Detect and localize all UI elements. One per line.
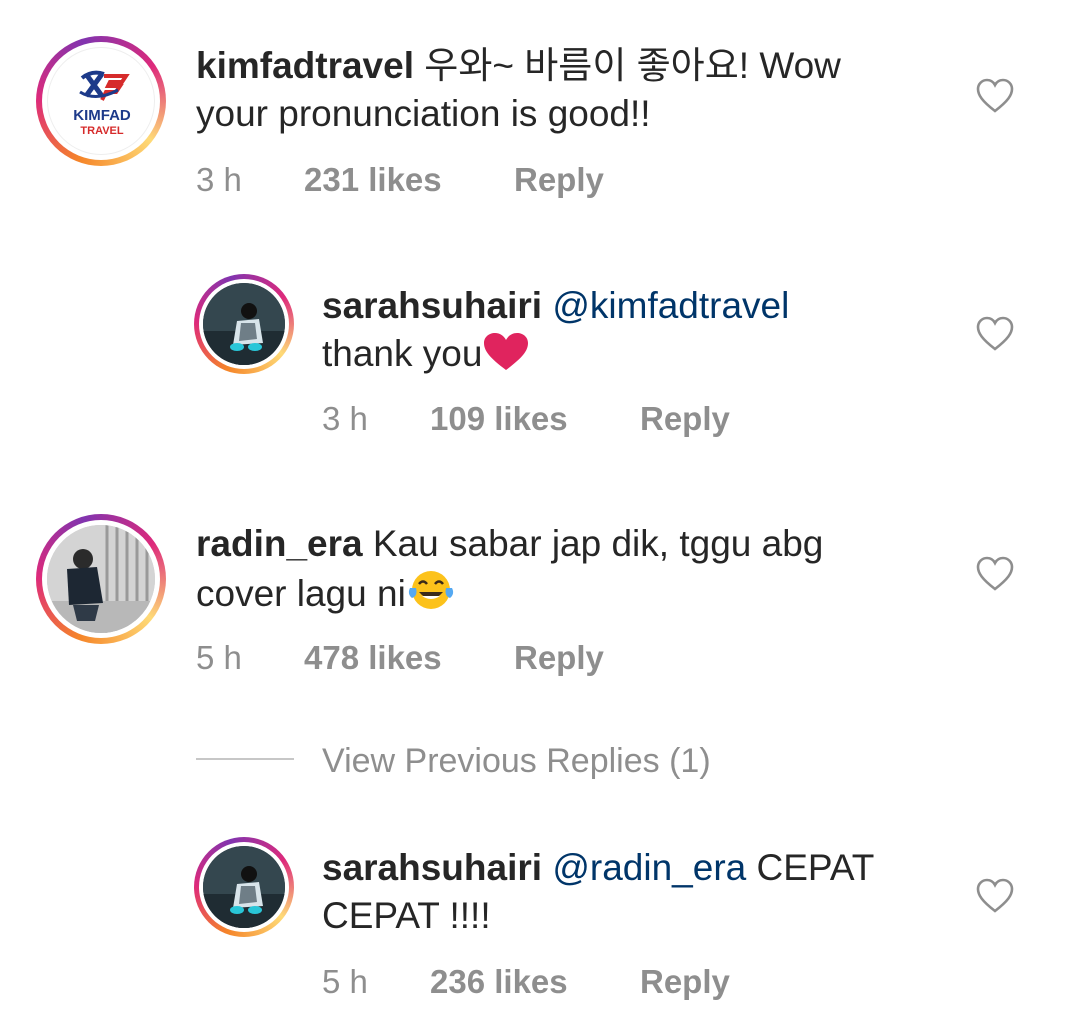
svg-text:KIMFAD: KIMFAD (73, 107, 131, 124)
comment-text-line2: cover lagu ni (196, 573, 406, 614)
user-photo-icon (47, 525, 155, 633)
comment-time: 3 h (322, 400, 368, 437)
comment-body: radin_era Kau sabar jap dik, tggu abg co… (196, 520, 956, 618)
comment-meta: 5 h 478 likes Reply (196, 638, 604, 678)
like-heart-icon[interactable] (976, 878, 1014, 914)
like-heart-icon[interactable] (976, 316, 1014, 352)
tears-of-joy-emoji-icon (408, 571, 453, 609)
comment-meta: 5 h 236 likes Reply (322, 962, 730, 1002)
comment-text: 우와~ 바름이 좋아요! Wow (414, 45, 841, 86)
comment-mention[interactable]: @kimfadtravel (552, 285, 789, 326)
comment-likes[interactable]: 109 likes (430, 399, 640, 439)
comment-likes[interactable]: 478 likes (304, 638, 514, 678)
avatar-sarahsuhairi[interactable] (203, 846, 285, 928)
comment-text: CEPAT (746, 847, 875, 888)
replies-divider (196, 758, 294, 760)
comment-time: 5 h (322, 963, 368, 1000)
user-photo-icon (203, 283, 285, 365)
comment-username[interactable]: sarahsuhairi (322, 285, 542, 326)
comment-time: 5 h (196, 639, 242, 676)
svg-text:TRAVEL: TRAVEL (80, 125, 123, 137)
avatar-sarahsuhairi[interactable] (203, 283, 285, 365)
comment-body: sarahsuhairi @kimfadtravel thank you (322, 282, 962, 378)
comment-mention[interactable]: @radin_era (552, 847, 746, 888)
reply-button[interactable]: Reply (514, 638, 604, 678)
comment-text-line2: CEPAT !!!! (322, 895, 491, 936)
red-heart-emoji-icon (484, 333, 529, 370)
comment-text-line2: thank you (322, 333, 483, 374)
view-previous-replies-button[interactable]: View Previous Replies (1) (322, 741, 711, 781)
like-heart-icon[interactable] (976, 556, 1014, 592)
user-photo-icon (203, 846, 285, 928)
comment-username[interactable]: kimfadtravel (196, 45, 414, 86)
comment-meta: 3 h 231 likes Reply (196, 160, 604, 200)
comment-time: 3 h (196, 161, 242, 198)
comment-likes[interactable]: 236 likes (430, 962, 640, 1002)
comment-body: kimfadtravel 우와~ 바름이 좋아요! Wow your pronu… (196, 42, 956, 138)
comment-username[interactable]: sarahsuhairi (322, 847, 542, 888)
comment-meta: 3 h 109 likes Reply (322, 399, 730, 439)
comment-text: Kau sabar jap dik, tggu abg (362, 523, 824, 564)
reply-button[interactable]: Reply (640, 962, 730, 1002)
kimfad-logo-icon: KIMFAD TRAVEL (73, 70, 131, 137)
reply-button[interactable]: Reply (514, 160, 604, 200)
reply-button[interactable]: Reply (640, 399, 730, 439)
comment-text-line2: your pronunciation is good!! (196, 93, 651, 134)
avatar-radin-era[interactable] (47, 525, 155, 633)
like-heart-icon[interactable] (976, 78, 1014, 114)
comment-body: sarahsuhairi @radin_era CEPAT CEPAT !!!! (322, 844, 962, 940)
avatar-kimfadtravel[interactable]: KIMFAD TRAVEL (47, 47, 155, 155)
comment-username[interactable]: radin_era (196, 523, 363, 564)
comment-likes[interactable]: 231 likes (304, 160, 514, 200)
